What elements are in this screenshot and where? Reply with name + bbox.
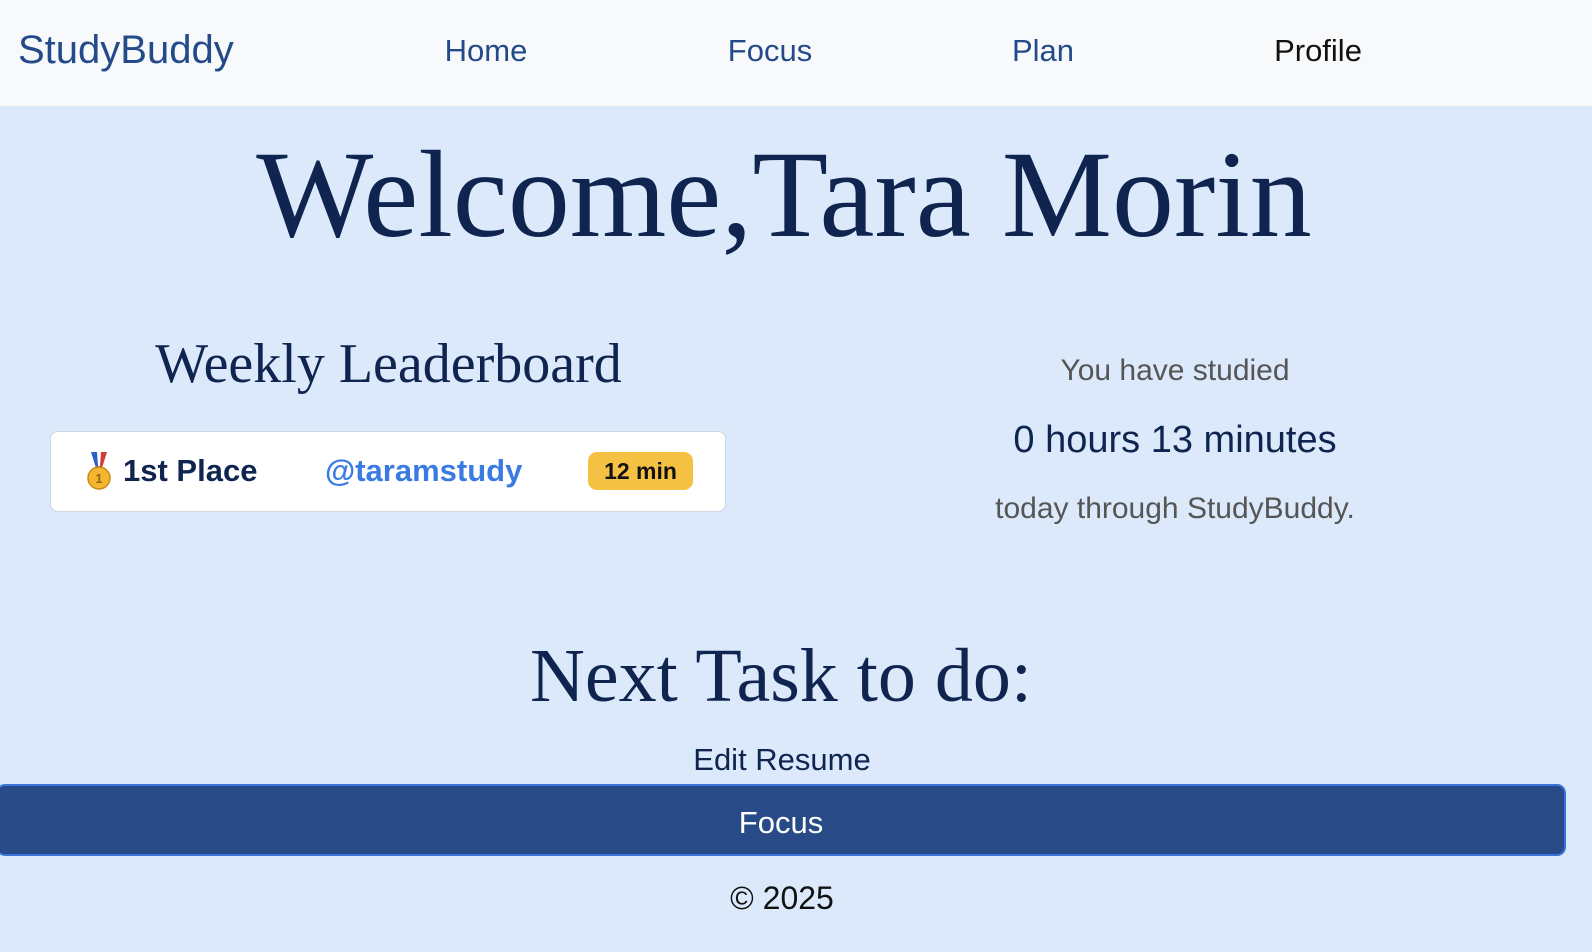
study-stat-suffix: today through StudyBuddy.	[995, 492, 1355, 525]
study-stat-prefix: You have studied	[1060, 354, 1290, 387]
focus-button[interactable]: Focus	[0, 784, 1566, 856]
nav-plan-link[interactable]: Plan	[1012, 33, 1074, 69]
leaderboard-title: Weekly Leaderboard	[155, 333, 622, 395]
brand-logo-link[interactable]: StudyBuddy	[18, 28, 234, 73]
svg-text:1: 1	[95, 471, 102, 486]
top-navbar: StudyBuddy Home Focus Plan Profile	[0, 0, 1592, 106]
welcome-heading: Welcome,Tara Morin	[256, 126, 1312, 263]
next-task-name: Edit Resume	[693, 742, 871, 777]
gold-medal-icon: 1	[85, 452, 113, 492]
study-stat-value: 0 hours 13 minutes	[1013, 419, 1337, 461]
leaderboard-entry-card: 1 1st Place @taramstudy 12 min	[50, 431, 726, 512]
nav-focus-link[interactable]: Focus	[728, 33, 812, 69]
next-task-heading: Next Task to do:	[529, 634, 1032, 718]
nav-home-link[interactable]: Home	[445, 33, 528, 69]
footer-copyright: © 2025	[730, 880, 834, 916]
leaderboard-place: 1st Place	[123, 453, 258, 488]
study-time-badge: 12 min	[588, 452, 693, 490]
leaderboard-username-link[interactable]: @taramstudy	[325, 453, 522, 489]
nav-profile-link[interactable]: Profile	[1274, 33, 1362, 69]
